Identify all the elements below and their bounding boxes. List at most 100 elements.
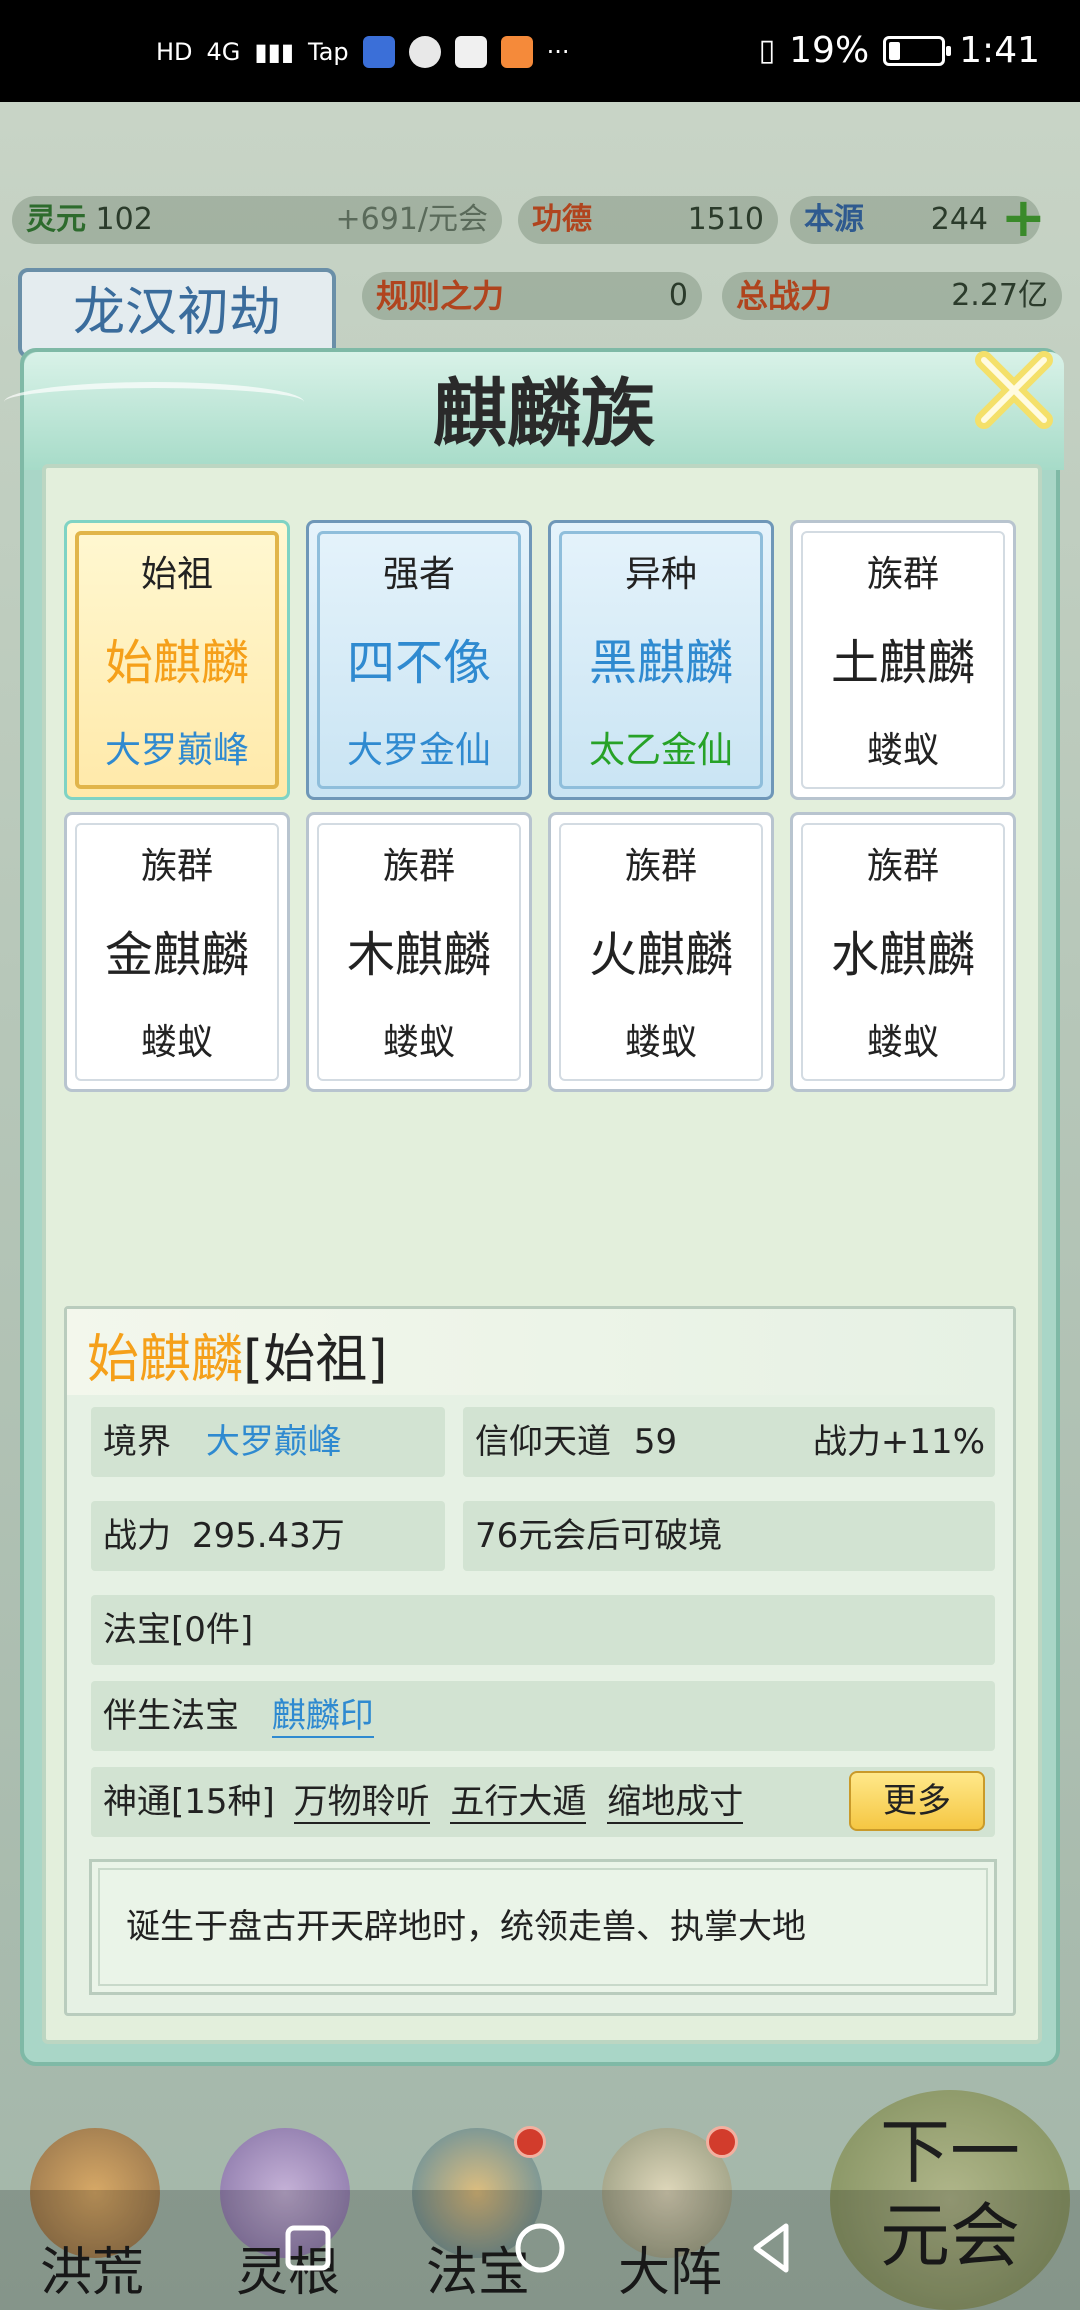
skills-cell: 神通[15种] 万物聆听 五行大遁 缩地成寸 更多 bbox=[91, 1767, 995, 1837]
total-power-label: 总战力 bbox=[736, 277, 833, 315]
benyuan-value: 244 bbox=[930, 202, 988, 237]
card-name: 水麒麟 bbox=[830, 927, 975, 983]
detail-rank-tag: [始祖] bbox=[243, 1330, 388, 1390]
card-realm: 大罗金仙 bbox=[346, 730, 491, 771]
status-right: ▯ 19% 1:41 bbox=[759, 30, 1040, 71]
wechat-icon bbox=[408, 36, 441, 68]
card-realm: 蝼蚁 bbox=[140, 1022, 213, 1063]
member-card-huoqilin[interactable]: 族群 火麒麟 蝼蚁 bbox=[548, 812, 774, 1092]
resource-rule-power: 规则之力 0 bbox=[362, 272, 702, 320]
lingyuan-rate: +691/元会 bbox=[335, 202, 488, 237]
faith-cell: 信仰天道 59 战力+11% bbox=[463, 1407, 995, 1477]
card-rank: 族群 bbox=[140, 846, 213, 887]
status-bar: HD 4G ▮▮▮ Tap ··· ▯ 19% 1:41 bbox=[0, 0, 1080, 102]
card-rank: 异种 bbox=[624, 554, 697, 595]
battery-icon bbox=[883, 35, 952, 66]
card-rank: 族群 bbox=[624, 846, 697, 887]
treasure-notification-dot bbox=[514, 2126, 546, 2158]
card-name: 木麒麟 bbox=[346, 927, 491, 983]
home-icon[interactable] bbox=[510, 2218, 570, 2278]
video-app-icon bbox=[500, 36, 533, 68]
skill-link[interactable]: 万物聆听 bbox=[293, 1782, 430, 1824]
card-realm: 蝼蚁 bbox=[624, 1022, 697, 1063]
member-card-shuiqilin[interactable]: 族群 水麒麟 蝼蚁 bbox=[790, 812, 1016, 1092]
faith-bonus: 战力+11% bbox=[812, 1422, 985, 1462]
natal-label: 伴生法宝 bbox=[103, 1696, 239, 1736]
total-power-value: 2.27亿 bbox=[951, 278, 1048, 313]
back-icon[interactable] bbox=[742, 2218, 802, 2278]
detail-name: 始麒麟 bbox=[87, 1330, 244, 1390]
chapter-title: 龙汉初劫 bbox=[18, 268, 336, 358]
gongde-label: 功德 bbox=[532, 202, 592, 237]
rule-power-label: 规则之力 bbox=[376, 277, 505, 315]
breakthrough-cell: 76元会后可破境 bbox=[463, 1501, 995, 1571]
skills-label: 神通[15种] bbox=[103, 1782, 275, 1822]
treasure-text: 法宝[0件] bbox=[103, 1610, 254, 1650]
resource-lingyuan: 灵元 102 +691/元会 bbox=[12, 196, 502, 244]
lingyuan-value: 102 bbox=[95, 202, 153, 237]
skill-link[interactable]: 缩地成寸 bbox=[607, 1782, 744, 1824]
clock: 1:41 bbox=[959, 30, 1040, 71]
close-icon[interactable] bbox=[964, 340, 1064, 440]
tap-label: Tap bbox=[308, 38, 349, 66]
breakthrough-text: 76元会后可破境 bbox=[475, 1516, 723, 1556]
realm-value: 大罗巅峰 bbox=[205, 1422, 342, 1462]
card-realm: 大罗巅峰 bbox=[104, 730, 249, 771]
card-realm: 太乙金仙 bbox=[588, 730, 733, 771]
player-app-icon bbox=[454, 36, 487, 68]
lingyuan-label: 灵元 bbox=[26, 202, 86, 237]
member-card-shiqilin[interactable]: 始祖 始麒麟 大罗巅峰 bbox=[64, 520, 290, 800]
card-name: 黑麒麟 bbox=[588, 635, 733, 691]
card-realm: 蝼蚁 bbox=[382, 1022, 455, 1063]
detail-title: 始麒麟[始祖] bbox=[87, 1317, 388, 1392]
rule-power-value: 0 bbox=[668, 278, 688, 313]
system-navigation-bar bbox=[0, 2190, 1080, 2310]
natal-treasure-cell: 伴生法宝 麒麟印 bbox=[91, 1681, 995, 1751]
skill-link[interactable]: 五行大遁 bbox=[450, 1782, 587, 1824]
card-realm: 蝼蚁 bbox=[866, 1022, 939, 1063]
detail-panel: 始麒麟[始祖] 境界 大罗巅峰 信仰天道 59 战力+11% 战力 295.43… bbox=[64, 1306, 1016, 2016]
realm-label: 境界 bbox=[103, 1422, 171, 1462]
resource-benyuan: 本源 244 + bbox=[790, 191, 1046, 245]
vibrate-icon: ▯ bbox=[758, 33, 776, 68]
formation-notification-dot bbox=[706, 2126, 738, 2158]
power-cell: 战力 295.43万 bbox=[91, 1501, 445, 1571]
member-card-sibuxiang[interactable]: 强者 四不像 大罗金仙 bbox=[306, 520, 532, 800]
card-rank: 族群 bbox=[866, 846, 939, 887]
dialog-title: 麒麟族 bbox=[433, 371, 655, 457]
member-card-jinqilin[interactable]: 族群 金麒麟 蝼蚁 bbox=[64, 812, 290, 1092]
more-skills-button[interactable]: 更多 bbox=[849, 1771, 985, 1831]
treasure-cell: 法宝[0件] bbox=[91, 1595, 995, 1665]
card-rank: 强者 bbox=[382, 554, 455, 595]
network-label: 4G bbox=[206, 38, 241, 66]
natal-treasure-link[interactable]: 麒麟印 bbox=[271, 1696, 374, 1738]
battery-percent: 19% bbox=[789, 30, 870, 71]
resource-total-power: 总战力 2.27亿 bbox=[722, 272, 1062, 320]
faith-label: 信仰天道 bbox=[475, 1422, 611, 1462]
card-name: 四不像 bbox=[346, 635, 491, 691]
description-box: 诞生于盘古开天辟地时，统领走兽、执掌大地 bbox=[89, 1859, 997, 1995]
member-card-muqilin[interactable]: 族群 木麒麟 蝼蚁 bbox=[306, 812, 532, 1092]
card-name: 土麒麟 bbox=[830, 635, 975, 691]
realm-cell: 境界 大罗巅峰 bbox=[91, 1407, 445, 1477]
card-name: 始麒麟 bbox=[104, 635, 249, 691]
resource-gongde: 功德 1510 bbox=[518, 196, 778, 244]
more-notifications: ··· bbox=[546, 38, 570, 66]
recents-icon[interactable] bbox=[278, 2218, 338, 2278]
card-name: 金麒麟 bbox=[104, 927, 249, 983]
power-value: 295.43万 bbox=[191, 1516, 345, 1556]
card-name: 火麒麟 bbox=[588, 927, 733, 983]
battery-level bbox=[889, 41, 901, 60]
member-card-heiqilin[interactable]: 异种 黑麒麟 太乙金仙 bbox=[548, 520, 774, 800]
add-benyuan-icon[interactable]: + bbox=[1001, 191, 1046, 245]
member-card-tuqilin[interactable]: 族群 土麒麟 蝼蚁 bbox=[790, 520, 1016, 800]
benyuan-label: 本源 bbox=[804, 202, 864, 237]
description-text: 诞生于盘古开天辟地时，统领走兽、执掌大地 bbox=[126, 1907, 806, 1947]
card-realm: 蝼蚁 bbox=[866, 730, 939, 771]
bulb-app-icon bbox=[362, 36, 395, 68]
hd-label: HD bbox=[156, 38, 193, 66]
card-rank: 族群 bbox=[866, 554, 939, 595]
faith-value: 59 bbox=[633, 1422, 678, 1462]
status-left: HD 4G ▮▮▮ Tap ··· bbox=[156, 36, 570, 68]
power-label: 战力 bbox=[103, 1516, 171, 1556]
